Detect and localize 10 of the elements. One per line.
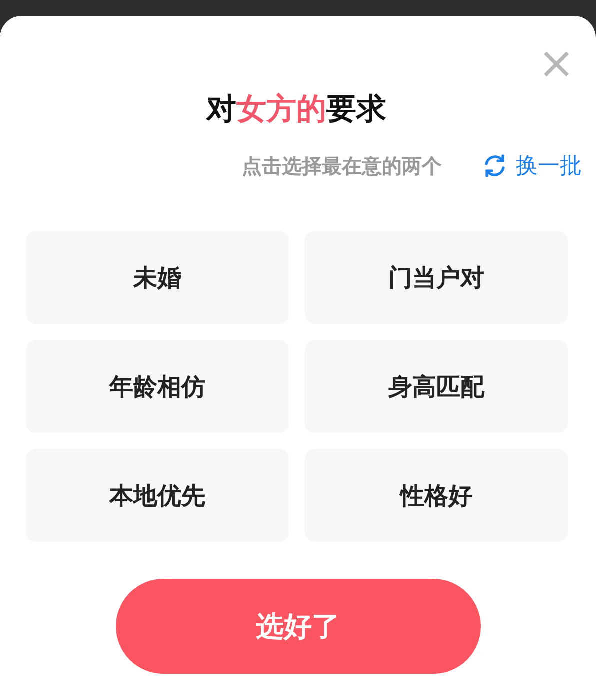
dialog-title: 对女方的要求 <box>204 91 388 129</box>
refresh-icon <box>482 153 508 179</box>
option-button[interactable]: 身高匹配 <box>305 340 568 433</box>
option-button[interactable]: 未婚 <box>26 231 289 324</box>
hint-text: 点击选择最在意的两个 <box>242 152 442 180</box>
option-button[interactable]: 性格好 <box>305 449 568 542</box>
option-button[interactable]: 门当户对 <box>305 231 568 324</box>
option-button[interactable]: 年龄相仿 <box>26 340 289 433</box>
option-button[interactable]: 本地优先 <box>26 449 289 542</box>
refresh-link[interactable]: 换一批 <box>482 151 582 181</box>
